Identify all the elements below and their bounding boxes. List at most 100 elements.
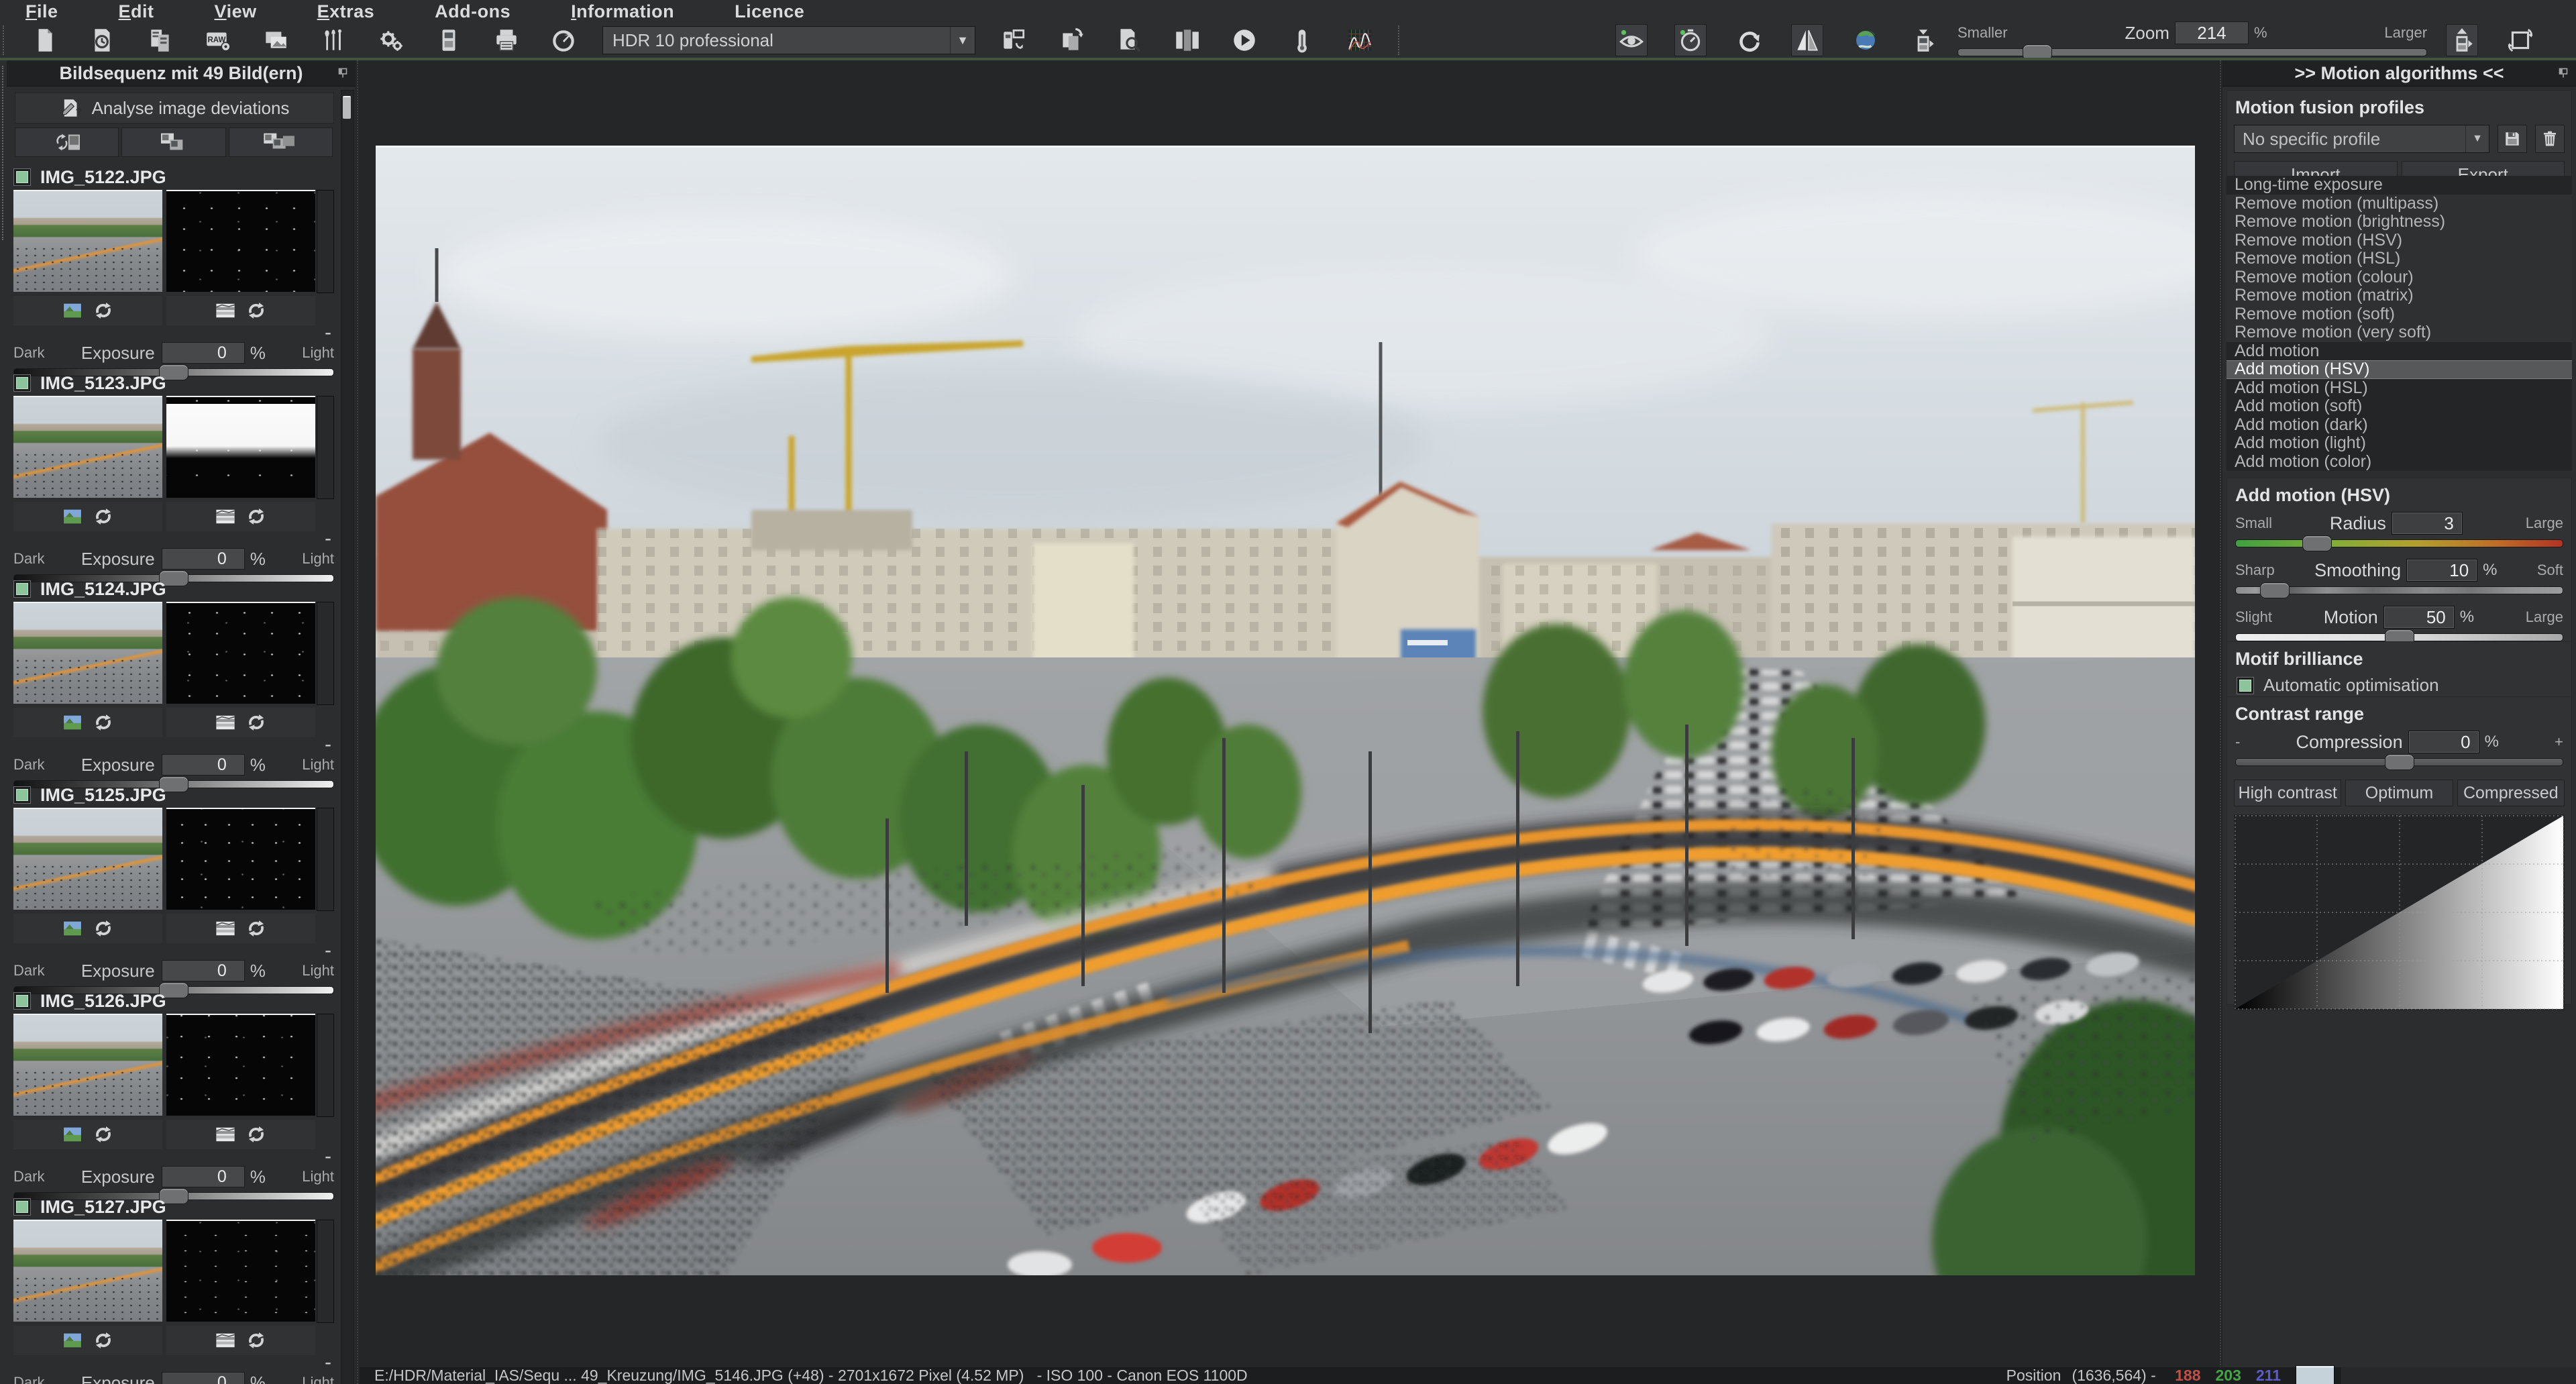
algorithm-item-selected[interactable]: Add motion (HSV) <box>2226 360 2572 379</box>
algorithm-item[interactable]: Remove motion (soft) <box>2226 305 2572 324</box>
sync-icon[interactable] <box>245 299 268 322</box>
zoom-slider[interactable] <box>1957 44 2427 59</box>
card-reader-icon[interactable] <box>433 25 464 56</box>
history-document-icon[interactable] <box>87 25 118 56</box>
landscape-icon[interactable] <box>61 711 84 734</box>
deviation-thumbnail[interactable] <box>166 602 315 704</box>
deviation-thumbnail[interactable] <box>166 1220 315 1322</box>
collapse-button[interactable]: - <box>325 530 331 547</box>
gears-icon[interactable] <box>376 25 407 56</box>
optimum-button[interactable]: Optimum <box>2345 780 2453 806</box>
algorithm-item[interactable]: Remove motion (multipass) <box>2226 195 2572 213</box>
image-thumbnail[interactable] <box>13 190 162 292</box>
deviation-thumbnail[interactable] <box>166 1014 315 1116</box>
image-thumbnail[interactable] <box>13 602 162 704</box>
exposure-value[interactable]: 0 <box>162 1166 245 1187</box>
algorithm-item[interactable]: Remove motion (very soft) <box>2226 323 2572 342</box>
gradient-image-icon[interactable] <box>214 711 237 734</box>
toolbar-drag-handle[interactable] <box>3 25 11 55</box>
landscape-icon[interactable] <box>61 1329 84 1352</box>
landscape-icon[interactable] <box>61 1123 84 1146</box>
color-globe-icon[interactable] <box>1850 25 1881 56</box>
landscape-icon[interactable] <box>61 917 84 940</box>
collapse-button[interactable]: - <box>325 1354 331 1371</box>
preset-select[interactable]: HDR 10 professional ▼ <box>602 26 975 54</box>
sync-icon[interactable] <box>245 1329 268 1352</box>
profile-select[interactable]: No specific profile ▼ <box>2234 125 2489 153</box>
algorithm-item[interactable]: Remove motion (HSV) <box>2226 231 2572 250</box>
collapse-button[interactable]: - <box>325 942 331 959</box>
sync-icon[interactable] <box>92 299 115 322</box>
image-thumbnail[interactable] <box>13 396 162 498</box>
sync-icon[interactable] <box>92 1123 115 1146</box>
panel-pin-icon[interactable] <box>2556 66 2571 81</box>
algorithm-item[interactable]: Remove motion (brightness) <box>2226 213 2572 231</box>
algorithm-item[interactable]: Remove motion (HSL) <box>2226 250 2572 268</box>
algorithm-item[interactable]: Add motion (HSL) <box>2226 379 2572 398</box>
sync-icon[interactable] <box>245 711 268 734</box>
view-mode-pair-button[interactable] <box>121 127 225 157</box>
radius-value[interactable]: 3 <box>2392 512 2463 535</box>
image-thumbnail[interactable] <box>13 1014 162 1116</box>
algorithm-item[interactable]: Remove motion (colour) <box>2226 268 2572 287</box>
image-thumbnail[interactable] <box>13 1220 162 1322</box>
gradient-image-icon[interactable] <box>214 917 237 940</box>
sync-icon[interactable] <box>245 505 268 528</box>
layout-icon[interactable] <box>1171 25 1202 56</box>
play-icon[interactable] <box>1229 25 1260 56</box>
image-checkbox[interactable] <box>13 786 31 804</box>
compression-slider[interactable] <box>2235 754 2563 769</box>
compare-original-icon[interactable] <box>1615 24 1648 56</box>
algorithm-item[interactable]: Add motion (dark) <box>2226 416 2572 435</box>
menu-extras[interactable]: Extras <box>292 1 410 22</box>
menu-file[interactable]: File <box>0 1 93 22</box>
sync-icon[interactable] <box>92 505 115 528</box>
batch-documents-icon[interactable] <box>145 25 176 56</box>
image-stack-icon[interactable] <box>260 25 291 56</box>
image-checkbox[interactable] <box>13 992 31 1010</box>
sync-icon[interactable] <box>92 711 115 734</box>
save-profile-button[interactable] <box>2498 125 2527 153</box>
algorithm-item[interactable]: Remove motion (matrix) <box>2226 286 2572 305</box>
printer-icon[interactable] <box>491 25 522 56</box>
gradient-image-icon[interactable] <box>214 1329 237 1352</box>
menu-information[interactable]: Information <box>545 1 709 22</box>
collapse-button[interactable]: - <box>325 1148 331 1165</box>
tools-icon[interactable] <box>318 25 349 56</box>
sync-icon[interactable] <box>245 1123 268 1146</box>
radius-slider[interactable] <box>2235 535 2563 550</box>
deviation-thumbnail[interactable] <box>166 396 315 498</box>
sync-icon[interactable] <box>92 917 115 940</box>
landscape-icon[interactable] <box>61 299 84 322</box>
raw-settings-icon[interactable] <box>203 25 233 56</box>
new-document-icon[interactable] <box>30 25 60 56</box>
image-checkbox[interactable] <box>13 374 31 392</box>
motion-value[interactable]: 50 <box>2383 606 2455 629</box>
sync-icon[interactable] <box>245 917 268 940</box>
gradient-image-icon[interactable] <box>214 299 237 322</box>
auto-optimisation-checkbox[interactable] <box>2237 677 2254 694</box>
view-mode-triple-button[interactable] <box>229 127 333 157</box>
compressed-button[interactable]: Compressed <box>2457 780 2565 806</box>
zoom-out-image-icon[interactable] <box>1908 25 1939 56</box>
smoothing-value[interactable]: 10 <box>2406 559 2477 582</box>
rotate-canvas-icon[interactable] <box>2505 25 2536 56</box>
algorithm-item[interactable]: Add motion (light) <box>2226 434 2572 453</box>
rotate-pages-icon[interactable] <box>1056 25 1087 56</box>
redo-icon[interactable] <box>1733 25 1764 56</box>
gradient-image-icon[interactable] <box>214 1123 237 1146</box>
deviation-thumbnail[interactable] <box>166 190 315 292</box>
menu-edit[interactable]: Edit <box>93 1 189 22</box>
exposure-value[interactable]: 0 <box>162 754 245 776</box>
image-thumbnail[interactable] <box>13 808 162 910</box>
algorithm-item[interactable]: Add motion <box>2226 342 2572 361</box>
algorithm-item[interactable]: Long-time exposure <box>2226 176 2572 195</box>
deviation-thumbnail[interactable] <box>166 808 315 910</box>
zoom-value[interactable]: 214 <box>2175 21 2249 44</box>
image-checkbox[interactable] <box>13 1198 31 1216</box>
compression-value[interactable]: 0 <box>2408 731 2479 753</box>
image-checkbox[interactable] <box>13 580 31 598</box>
analyse-image-deviations-button[interactable]: Analyse image deviations <box>15 93 334 123</box>
view-mode-single-button[interactable] <box>15 127 119 157</box>
device-export-icon[interactable] <box>998 25 1029 56</box>
